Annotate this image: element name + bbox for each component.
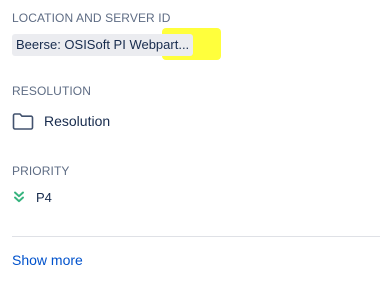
location-value-tag[interactable]: Beerse: OSISoft PI Webpart... <box>12 34 194 56</box>
resolution-value-row[interactable]: Resolution <box>12 110 110 132</box>
location-field-label: LOCATION AND SERVER ID <box>12 11 171 25</box>
resolution-value: Resolution <box>44 113 111 129</box>
section-divider <box>12 236 380 237</box>
priority-value: P4 <box>36 189 52 205</box>
priority-field-label: PRIORITY <box>12 164 70 178</box>
priority-value-row[interactable]: P4 <box>12 188 52 206</box>
show-more-link[interactable]: Show more <box>12 252 83 268</box>
double-chevron-down-icon <box>12 190 26 204</box>
folder-icon <box>12 112 34 130</box>
resolution-field-label: RESOLUTION <box>12 84 92 98</box>
